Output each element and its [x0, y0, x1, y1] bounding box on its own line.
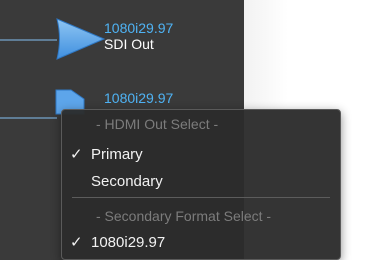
menu-item-label: Secondary — [91, 173, 163, 190]
hdmi-connection-line — [0, 117, 57, 119]
sdi-connection-line — [0, 39, 57, 41]
checkmark-icon: ✓ — [70, 234, 83, 251]
hdmi-out-label: 1080i29.97 — [104, 90, 173, 106]
menu-item-primary[interactable]: ✓ Primary — [62, 145, 340, 165]
checkmark-icon: ✓ — [70, 146, 83, 163]
sdi-out-label: 1080i29.97 SDI Out — [104, 20, 173, 52]
menu-item-label: 1080i29.97 — [91, 234, 166, 251]
sdi-out-format: 1080i29.97 — [104, 20, 174, 36]
hdmi-out-context-menu[interactable]: - HDMI Out Select - ✓ Primary Secondary … — [61, 109, 341, 260]
menu-separator — [72, 197, 330, 198]
menu-item-format-1080i29-97[interactable]: ✓ 1080i29.97 — [62, 233, 340, 253]
sdi-out-arrow-icon[interactable] — [55, 18, 107, 60]
menu-item-secondary[interactable]: Secondary — [62, 172, 340, 192]
secondary-format-select-header: - Secondary Format Select - — [96, 208, 272, 224]
menu-item-label: Primary — [91, 146, 143, 163]
hdmi-out-select-header: - HDMI Out Select - — [96, 116, 219, 132]
sdi-out-name: SDI Out — [104, 36, 154, 52]
hdmi-out-format: 1080i29.97 — [104, 90, 174, 106]
